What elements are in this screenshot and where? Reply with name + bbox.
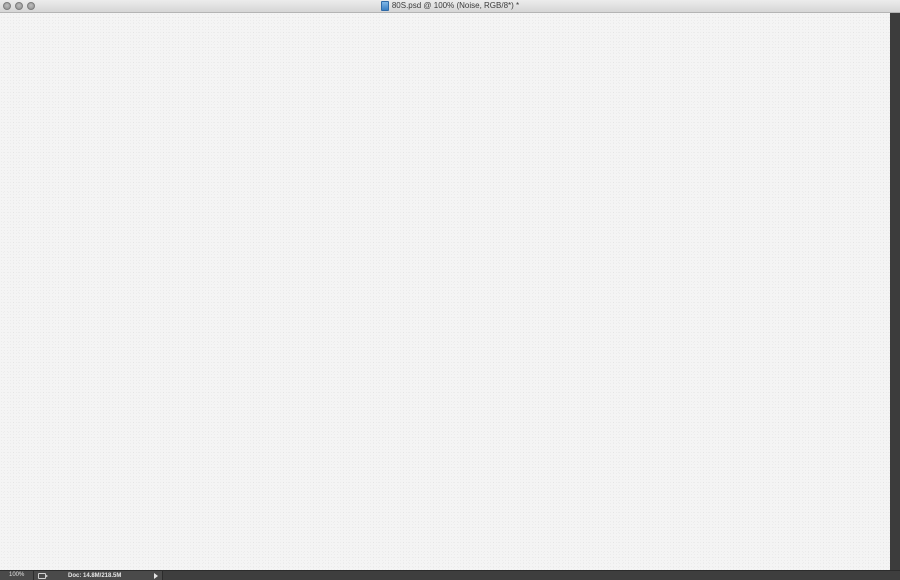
window-title: 80S.psd @ 100% (Noise, RGB/8*) * xyxy=(391,1,520,10)
play-arrow-icon[interactable] xyxy=(154,572,158,579)
psd-file-icon xyxy=(380,1,389,11)
status-bar: 100% Doc: 14.8M/218.5M xyxy=(0,570,900,580)
window-controls xyxy=(3,2,35,10)
document-canvas[interactable] xyxy=(0,13,890,570)
document-size-info: Doc: 14.8M/218.5M xyxy=(68,572,122,579)
zoom-window-button[interactable] xyxy=(27,2,35,10)
close-window-button[interactable] xyxy=(3,2,11,10)
export-icon[interactable] xyxy=(38,572,48,579)
zoom-level-field[interactable]: 100% xyxy=(0,570,34,580)
photoshop-document-window: 80S.psd @ 100% (Noise, RGB/8*) * 100% Do… xyxy=(0,0,900,580)
title-group: 80S.psd @ 100% (Noise, RGB/8*) * xyxy=(380,1,520,11)
title-bar[interactable]: 80S.psd @ 100% (Noise, RGB/8*) * xyxy=(0,0,900,13)
vertical-scrollbar[interactable] xyxy=(890,13,900,570)
minimize-window-button[interactable] xyxy=(15,2,23,10)
horizontal-scrollbar[interactable] xyxy=(163,570,900,580)
